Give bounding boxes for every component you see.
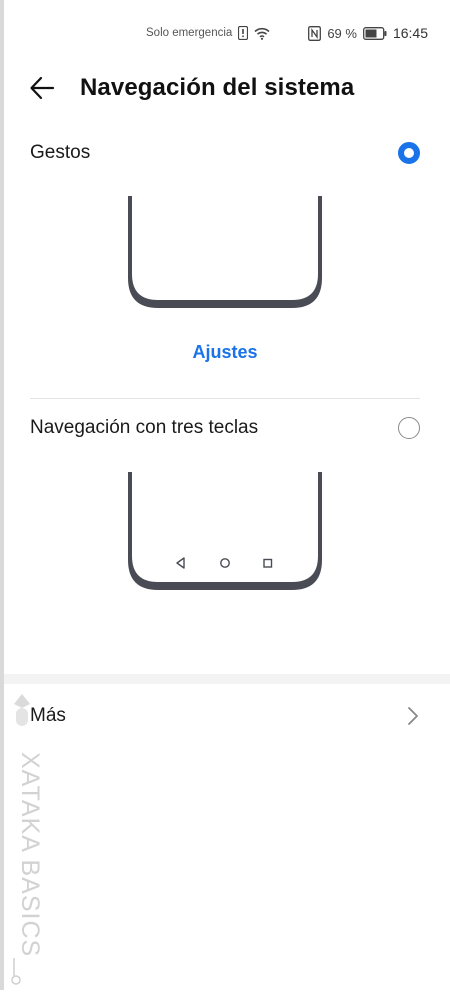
watermark-text: XATAKA BASICS bbox=[16, 752, 42, 957]
watermark-line bbox=[11, 958, 21, 985]
gestures-phone-illustration bbox=[128, 196, 322, 308]
emergency-only-text: Solo emergencia bbox=[146, 27, 233, 39]
back-button[interactable] bbox=[28, 71, 62, 105]
chevron-right-icon bbox=[408, 707, 418, 725]
battery-percent: 69 % bbox=[327, 25, 357, 41]
gestures-settings-link[interactable]: Ajustes bbox=[0, 342, 450, 363]
page-title: Navegación del sistema bbox=[80, 74, 355, 101]
option-divider bbox=[30, 398, 420, 399]
three-keys-radio[interactable] bbox=[398, 417, 420, 439]
section-separator bbox=[4, 674, 450, 684]
app-bar: Navegación del sistema bbox=[28, 66, 422, 110]
option-gestures[interactable]: Gestos bbox=[30, 133, 420, 173]
watermark-logo bbox=[14, 694, 30, 726]
more-row[interactable]: Más bbox=[30, 696, 420, 736]
battery-icon bbox=[363, 26, 387, 40]
watermark: XATAKA BASICS bbox=[2, 690, 44, 990]
option-gestures-label: Gestos bbox=[30, 142, 91, 163]
arrow-left-icon bbox=[30, 76, 55, 100]
option-three-keys-label: Navegación con tres teclas bbox=[30, 417, 259, 438]
gestures-radio[interactable] bbox=[398, 142, 420, 164]
clock: 16:45 bbox=[392, 25, 428, 41]
alert-icon bbox=[238, 26, 249, 40]
status-bar: Solo emergencia 69 % 16:45 bbox=[146, 22, 428, 44]
wifi-icon bbox=[254, 27, 270, 40]
three-keys-phone-illustration bbox=[128, 472, 322, 590]
option-three-keys[interactable]: Navegación con tres teclas bbox=[30, 408, 420, 448]
nfc-icon bbox=[308, 25, 322, 41]
